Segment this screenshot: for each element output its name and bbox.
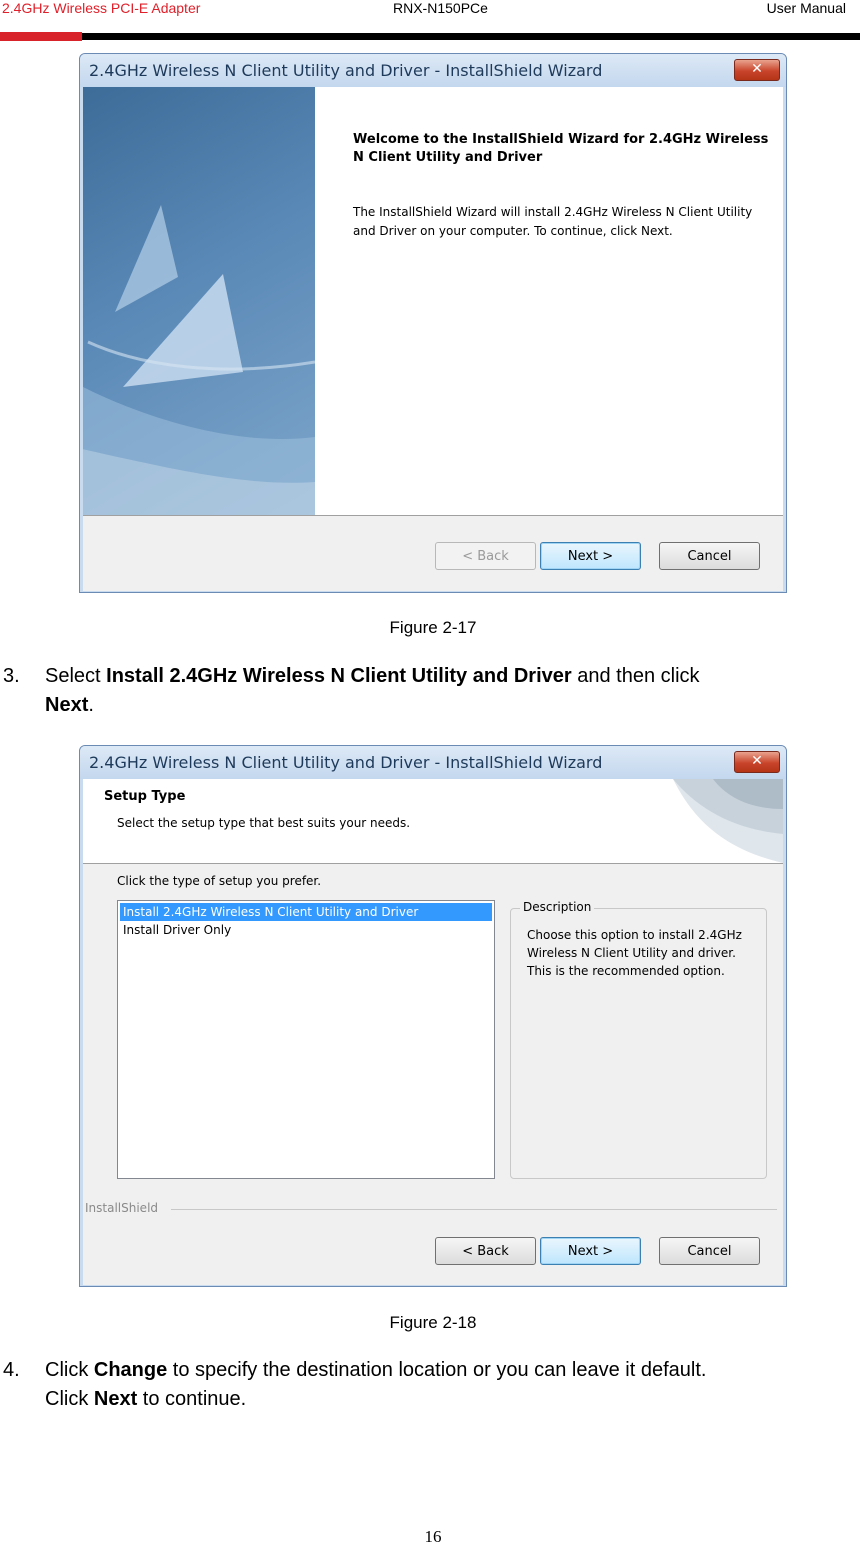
description-label: Description: [520, 900, 595, 914]
welcome-panel: Welcome to the InstallShield Wizard for …: [315, 87, 783, 515]
page-curl-graphic: [673, 779, 783, 863]
header-model: RNX-N150PCe: [393, 0, 488, 16]
section-title: Setup Type: [104, 789, 186, 804]
window-title: 2.4GHz Wireless N Client Utility and Dri…: [89, 61, 603, 80]
step-text-pre: Click: [45, 1359, 94, 1381]
list-item[interactable]: Install Driver Only: [120, 921, 492, 939]
header-doc-type: User Manual: [766, 0, 846, 16]
step-bold-change: Change: [93, 1359, 168, 1381]
setup-type-header: Setup Type Select the setup type that be…: [83, 779, 783, 863]
list-item[interactable]: Install 2.4GHz Wireless N Client Utility…: [120, 903, 492, 921]
cancel-button[interactable]: Cancel: [659, 1237, 760, 1265]
step-text-mid: to specify the destination location or y…: [167, 1359, 707, 1381]
step-text-post: .: [88, 694, 94, 716]
setup-prompt: Click the type of setup you prefer.: [117, 874, 322, 888]
description-text: Choose this option to install 2.4GHz Wir…: [527, 928, 742, 978]
sail-graphic: [83, 205, 315, 515]
step-text-mid: and then click: [571, 665, 700, 687]
step-number: 4.: [3, 1359, 20, 1381]
setup-type-list[interactable]: Install 2.4GHz Wireless N Client Utility…: [117, 900, 495, 1179]
step-text: Click Change to specify the destination …: [45, 1356, 865, 1414]
figure-caption-2-18: Figure 2-18: [389, 1313, 477, 1332]
back-button[interactable]: < Back: [435, 542, 536, 570]
close-button[interactable]: ✕: [734, 59, 780, 81]
close-icon: ✕: [751, 753, 763, 769]
cancel-button[interactable]: Cancel: [659, 542, 760, 570]
step-bold-next: Next: [93, 1388, 138, 1410]
step-text-line2-pre: Click: [45, 1388, 94, 1410]
installshield-setup-type-window: 2.4GHz Wireless N Client Utility and Dri…: [79, 745, 787, 1287]
step-bold-next: Next: [45, 694, 89, 716]
window-client: Welcome to the InstallShield Wizard for …: [83, 87, 783, 591]
section-subtitle: Select the setup type that best suits yo…: [117, 816, 411, 830]
next-button[interactable]: Next >: [540, 1237, 641, 1265]
window-title: 2.4GHz Wireless N Client Utility and Dri…: [89, 753, 603, 772]
next-button[interactable]: Next >: [540, 542, 641, 570]
step-text: Select Install 2.4GHz Wireless N Client …: [45, 662, 865, 720]
header-product: 2.4GHz Wireless PCI-E Adapter: [2, 0, 201, 16]
installshield-label: InstallShield: [85, 1201, 163, 1215]
button-separator: [83, 515, 783, 516]
window-titlebar[interactable]: 2.4GHz Wireless N Client Utility and Dri…: [80, 746, 786, 779]
close-icon: ✕: [751, 61, 763, 77]
page-header: 2.4GHz Wireless PCI-E Adapter RNX-N150PC…: [0, 0, 866, 20]
header-rule-red: [0, 32, 82, 41]
installshield-divider: [171, 1209, 777, 1210]
header-separator: [83, 863, 783, 864]
page-number: 16: [424, 1527, 442, 1546]
step-text-line2-post: to continue.: [137, 1388, 247, 1410]
wizard-banner-image: [83, 87, 315, 515]
back-button[interactable]: < Back: [435, 1237, 536, 1265]
installshield-welcome-window: 2.4GHz Wireless N Client Utility and Dri…: [79, 53, 787, 593]
welcome-title: Welcome to the InstallShield Wizard for …: [353, 132, 769, 165]
welcome-body: The InstallShield Wizard will install 2.…: [353, 205, 753, 238]
close-button[interactable]: ✕: [734, 751, 780, 773]
header-rule-black: [82, 33, 860, 40]
figure-caption-2-17: Figure 2-17: [389, 618, 477, 637]
step-bold-option: Install 2.4GHz Wireless N Client Utility…: [106, 665, 572, 687]
step-number: 3.: [3, 665, 20, 687]
window-titlebar[interactable]: 2.4GHz Wireless N Client Utility and Dri…: [80, 54, 786, 87]
window-client: Setup Type Select the setup type that be…: [83, 779, 783, 1285]
step-text-pre: Select: [45, 665, 107, 687]
